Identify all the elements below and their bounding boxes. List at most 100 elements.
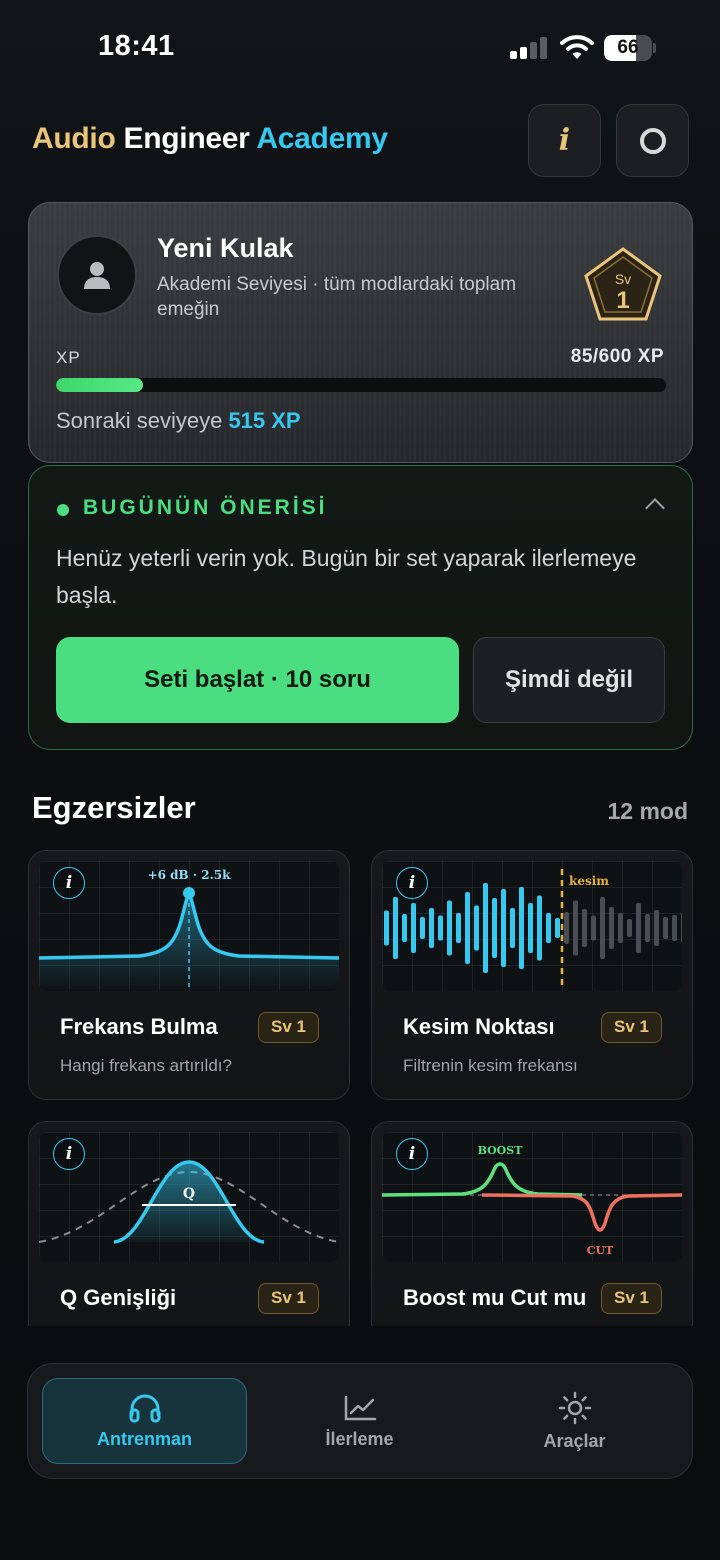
cellular-signal-icon [510, 37, 548, 59]
nav-label: Araçlar [543, 1430, 606, 1451]
profile-card[interactable]: Yeni Kulak Akademi Seviyesi · tüm modlar… [28, 202, 693, 463]
nav-item-progress[interactable]: İlerleme [257, 1378, 462, 1464]
waveform-bar [402, 914, 407, 942]
level-badge: Sv 1 [601, 1283, 662, 1314]
waveform-bar [573, 900, 578, 956]
waveform-bar [420, 917, 425, 939]
viz-label: +6 dB · 2.5k [148, 868, 232, 882]
waveform-bar [600, 897, 605, 959]
waveform-bar [654, 910, 659, 946]
xp-value: 85/600 XP [570, 346, 664, 367]
chart-line-icon [344, 1395, 376, 1420]
viz-label-boost: BOOST [478, 1144, 524, 1157]
waveform-bar [429, 908, 434, 948]
exercise-card-frequency[interactable]: +6 dB · 2.5k i Frekans Bulma Sv 1 Hangi … [28, 850, 350, 1100]
waveform-bar [519, 887, 524, 969]
level-badge: Sv 1 [583, 245, 663, 325]
status-dot [57, 504, 69, 516]
wifi-icon [560, 33, 594, 61]
next-level-text: Sonraki seviyeye 515 XP [56, 408, 301, 433]
avatar [57, 235, 137, 315]
exercise-title: Kesim Noktası [403, 1014, 555, 1039]
waveform-bar [474, 905, 479, 951]
settings-button[interactable] [616, 104, 689, 177]
exercise-card-boost-cut[interactable]: BOOST CUT i Boost mu Cut mu Sv 1 [371, 1121, 693, 1326]
viz-label: kesim [569, 874, 609, 888]
waveform-bar [438, 915, 443, 941]
profile-name: Yeni Kulak [157, 233, 294, 263]
info-icon[interactable]: i [53, 867, 85, 899]
waveform-bar [528, 903, 533, 953]
waveform-bar [681, 913, 682, 943]
level-badge: Sv 1 [258, 1012, 319, 1043]
exercise-title: Boost mu Cut mu [403, 1285, 587, 1310]
nav-item-training[interactable]: Antrenman [42, 1378, 247, 1464]
not-now-button[interactable]: Şimdi değil [473, 637, 665, 723]
waveform-bar [483, 883, 488, 973]
waveform-bar [546, 913, 551, 943]
waveform-bar [537, 895, 542, 961]
exercise-subtitle: Filtrenin kesim frekansı [403, 1056, 578, 1075]
exercise-card-cutoff[interactable]: kesim i Kesim Noktası Sv 1 Filtrenin kes… [371, 850, 693, 1100]
recommendation-title: BUGÜNÜN ÖNERİSİ [83, 496, 328, 519]
waveform-bar [411, 903, 416, 953]
exercise-title: Q Genişliği [60, 1285, 177, 1310]
exercise-title: Frekans Bulma [60, 1014, 218, 1039]
waveform-bar [555, 918, 560, 938]
battery-icon: 66 [604, 35, 656, 61]
waveform-bar [447, 900, 452, 956]
waveform-bar [501, 889, 506, 967]
xp-label: XP [56, 348, 81, 367]
waveform-bar [636, 903, 641, 953]
bottom-nav: Antrenman İlerleme Araçlar [27, 1363, 693, 1479]
badge-level: 1 [616, 287, 629, 314]
exercises-count: 12 mod [607, 798, 688, 824]
waveform-bar [465, 892, 470, 964]
exercise-subtitle: Hangi frekans artırıldı? [60, 1056, 232, 1075]
sun-gear-icon [558, 1391, 591, 1424]
waveform-bar [645, 914, 650, 942]
app-title: Audio Engineer Academy [32, 122, 388, 155]
chevron-up-icon[interactable] [645, 498, 665, 518]
waveform-bar [627, 919, 632, 937]
exercise-card-q-width[interactable]: Q i Q Genişliği Sv 1 [28, 1121, 350, 1326]
waveform-bar [672, 915, 677, 941]
xp-progress-bar [56, 378, 666, 392]
waveform-bar [663, 917, 668, 939]
ring-icon [639, 127, 666, 154]
info-icon[interactable]: i [53, 1138, 85, 1170]
xp-progress-fill [56, 378, 143, 392]
nav-label: Antrenman [96, 1428, 192, 1449]
info-button[interactable]: i [528, 104, 601, 177]
recommendation-body: Henüz yeterli verin yok. Bugün bir set y… [56, 545, 637, 608]
recommendation-card: BUGÜNÜN ÖNERİSİ Henüz yeterli verin yok.… [28, 465, 693, 750]
viz-label: Q [183, 1186, 195, 1202]
headphones-icon [129, 1394, 160, 1422]
level-badge: Sv 1 [258, 1283, 319, 1314]
waveform-bar [510, 908, 515, 948]
viz-label-cut: CUT [587, 1244, 614, 1257]
info-icon[interactable]: i [396, 1138, 428, 1170]
status-time: 18:41 [98, 30, 175, 62]
level-badge: Sv 1 [601, 1012, 662, 1043]
user-icon [84, 262, 110, 289]
waveform-bar [582, 909, 587, 947]
battery-percent: 66 [617, 37, 639, 58]
exercises-title: Egzersizler [32, 790, 196, 825]
start-set-button[interactable]: Seti başlat · 10 soru [56, 637, 459, 723]
waveform-bar [456, 913, 461, 943]
nav-label: İlerleme [325, 1428, 394, 1449]
waveform-bar [384, 910, 389, 946]
waveform-bar [393, 897, 398, 959]
profile-subtitle: Akademi Seviyesi · tüm modlardaki toplam… [157, 274, 517, 320]
badge-prefix: Sv [615, 271, 631, 287]
info-icon[interactable]: i [396, 867, 428, 899]
exercise-grid: +6 dB · 2.5k i Frekans Bulma Sv 1 Hangi … [0, 840, 720, 1326]
nav-item-tools[interactable]: Araçlar [472, 1378, 677, 1464]
waveform-bar [564, 912, 569, 944]
waveform-bar [618, 913, 623, 943]
info-icon: i [558, 123, 571, 158]
waveform-bar [591, 915, 596, 941]
waveform-bar [609, 907, 614, 949]
waveform-bar [492, 898, 497, 958]
